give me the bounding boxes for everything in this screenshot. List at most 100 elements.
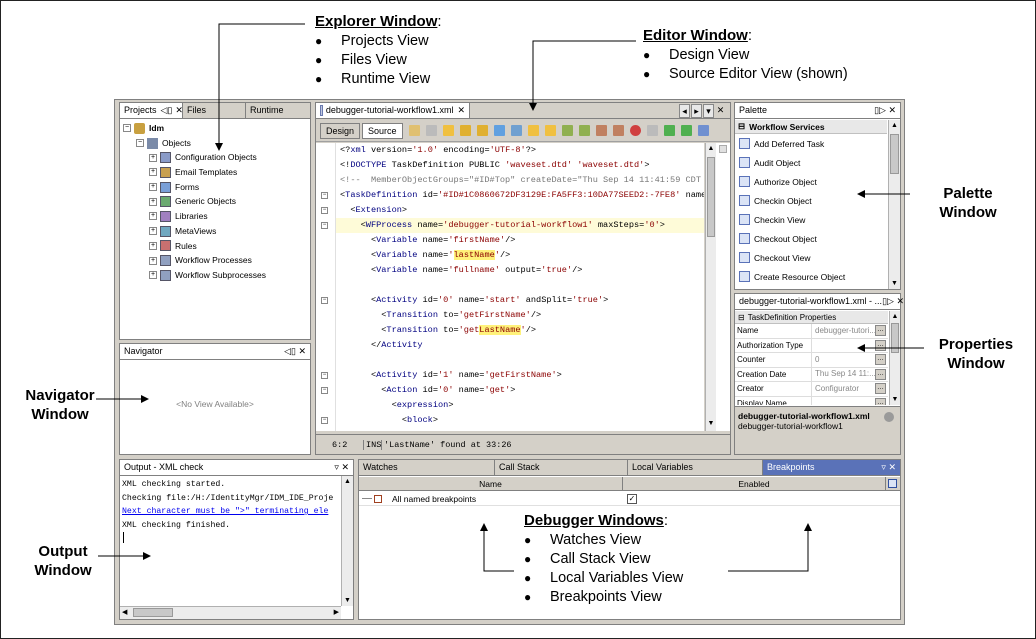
property-section[interactable]: ⊟ TaskDefinition Properties bbox=[735, 311, 888, 324]
output-hscrollbar[interactable]: ◀ ▶ bbox=[120, 606, 341, 619]
property-row[interactable]: Creator Configurator… bbox=[735, 382, 888, 397]
output-error-link[interactable]: Next character must be ">" terminating e… bbox=[122, 505, 333, 519]
scroll-left-icon[interactable]: ◂ bbox=[679, 103, 690, 118]
forward-arrow-icon[interactable] bbox=[697, 125, 709, 136]
expand-icon[interactable]: + bbox=[149, 227, 157, 236]
scroll-thumb[interactable] bbox=[707, 157, 715, 237]
breakpoint-row[interactable]: All named breakpoints ✓ bbox=[359, 492, 900, 506]
palette-scrollbar[interactable]: ▲ ▼ bbox=[888, 120, 900, 289]
dropdown-icon[interactable]: ▾ bbox=[703, 103, 714, 118]
scroll-thumb[interactable] bbox=[891, 323, 899, 353]
tree-item[interactable]: + Forms bbox=[123, 180, 309, 195]
tree-item[interactable]: + Workflow Subprocesses bbox=[123, 268, 309, 283]
tab-palette[interactable]: Palette ▯▷ ✕ bbox=[735, 103, 900, 118]
tree-item[interactable]: + MetaViews bbox=[123, 224, 309, 239]
fold-icon[interactable]: − bbox=[321, 372, 328, 379]
source-editor[interactable]: <?xml version='1.0' encoding='UTF-8'?> <!… bbox=[336, 143, 704, 431]
collapse-icon[interactable]: ⊟ bbox=[738, 121, 745, 132]
palette-item[interactable]: Checkin View bbox=[735, 210, 887, 229]
expand-icon[interactable]: + bbox=[149, 271, 157, 280]
tree-item[interactable]: + Email Templates bbox=[123, 165, 309, 180]
palette-item[interactable]: Checkin Object bbox=[735, 191, 887, 210]
tab-call-stack[interactable]: Call Stack bbox=[495, 460, 628, 475]
validate-icon[interactable] bbox=[663, 125, 675, 136]
close-icon[interactable]: ✕ bbox=[896, 296, 904, 306]
minimize-icon[interactable]: ▿ bbox=[334, 462, 339, 472]
scroll-up-icon[interactable]: ▲ bbox=[890, 122, 899, 129]
close-icon[interactable]: ✕ bbox=[715, 104, 726, 118]
tab-navigator[interactable]: Navigator ◁▯ ✕ bbox=[120, 344, 310, 359]
palette-item[interactable]: Add Deferred Task bbox=[735, 134, 887, 153]
tab-files[interactable]: Files bbox=[183, 103, 246, 118]
source-button[interactable]: Source bbox=[362, 122, 403, 139]
scroll-down-icon[interactable]: ▼ bbox=[891, 396, 899, 403]
scroll-down-icon[interactable]: ▼ bbox=[707, 420, 715, 429]
palette-item[interactable]: Create Resource Object bbox=[735, 267, 887, 286]
tab-runtime[interactable]: Runtime bbox=[246, 103, 310, 118]
close-icon[interactable]: ✕ bbox=[888, 462, 896, 472]
fold-icon[interactable]: − bbox=[321, 297, 328, 304]
palette-category[interactable]: ⊟ Workflow Services bbox=[735, 120, 887, 134]
fold-icon[interactable]: − bbox=[321, 387, 328, 394]
palette-item[interactable]: Checkout View bbox=[735, 248, 887, 267]
property-editor-button[interactable]: … bbox=[875, 339, 886, 351]
tree-item[interactable]: + Generic Objects bbox=[123, 194, 309, 209]
pin-icon[interactable]: ▯▷ bbox=[882, 296, 894, 306]
find-icon[interactable] bbox=[459, 125, 471, 136]
scroll-down-icon[interactable]: ▼ bbox=[890, 280, 899, 287]
comment-icon[interactable] bbox=[595, 125, 607, 136]
scroll-up-icon[interactable]: ▲ bbox=[343, 478, 352, 485]
tab-watches[interactable]: Watches bbox=[359, 460, 495, 475]
close-icon[interactable]: ✕ bbox=[175, 103, 183, 118]
editor-vscrollbar[interactable]: ▲ ▼ bbox=[705, 143, 716, 431]
enabled-checkbox[interactable]: ✓ bbox=[627, 493, 637, 504]
tree-item[interactable]: + Rules bbox=[123, 239, 309, 254]
help-icon[interactable] bbox=[884, 412, 894, 422]
column-header-enabled[interactable]: Enabled bbox=[623, 477, 886, 490]
shift-left-icon[interactable] bbox=[561, 125, 573, 136]
property-row[interactable]: Counter 0… bbox=[735, 353, 888, 368]
scroll-left-icon[interactable]: ◀ bbox=[122, 608, 127, 616]
find-previous-icon[interactable] bbox=[442, 125, 454, 136]
close-icon[interactable]: ✕ bbox=[341, 462, 349, 472]
scroll-up-icon[interactable]: ▲ bbox=[707, 145, 715, 154]
fold-icon[interactable]: − bbox=[321, 417, 328, 424]
expand-icon[interactable]: + bbox=[149, 153, 157, 162]
fold-icon[interactable]: − bbox=[321, 207, 328, 214]
property-editor-button[interactable]: … bbox=[875, 368, 886, 380]
pin-icon[interactable]: ◁▯ bbox=[161, 103, 173, 118]
tree-item[interactable]: + Workflow Processes bbox=[123, 253, 309, 268]
output-vscrollbar[interactable]: ▲ ▼ bbox=[341, 476, 353, 606]
pin-icon[interactable]: ◁▯ bbox=[284, 346, 296, 356]
property-editor-button[interactable]: … bbox=[875, 354, 886, 366]
property-value[interactable]: 0 bbox=[812, 353, 875, 368]
scroll-right-icon[interactable]: ▶ bbox=[334, 608, 339, 616]
scroll-right-icon[interactable]: ▸ bbox=[691, 103, 702, 118]
uncomment-icon[interactable] bbox=[612, 125, 624, 136]
palette-item[interactable]: Authorize Object bbox=[735, 172, 887, 191]
property-value[interactable]: Configurator bbox=[812, 382, 875, 397]
find-next-icon[interactable] bbox=[476, 125, 488, 136]
shift-right-icon[interactable] bbox=[578, 125, 590, 136]
back-icon[interactable] bbox=[408, 125, 420, 136]
properties-scrollbar[interactable]: ▲ ▼ bbox=[889, 311, 900, 405]
check-xml-icon[interactable] bbox=[680, 125, 692, 136]
minimize-icon[interactable]: ▿ bbox=[881, 462, 886, 472]
property-value[interactable]: debugger-tutori... bbox=[812, 324, 875, 339]
pin-icon[interactable]: ▯▷ bbox=[874, 105, 886, 115]
property-row[interactable]: Creation Date Thu Sep 14 11:...… bbox=[735, 367, 888, 382]
expand-icon[interactable]: + bbox=[149, 183, 157, 192]
scroll-thumb[interactable] bbox=[890, 134, 899, 174]
output-text-area[interactable]: XML checking started. Checking file:/H:/I… bbox=[120, 476, 341, 606]
previous-bookmark-icon[interactable] bbox=[527, 125, 539, 136]
fold-icon[interactable]: − bbox=[321, 222, 328, 229]
palette-item[interactable]: Checkout Object bbox=[735, 229, 887, 248]
palette-item[interactable]: Audit Object bbox=[735, 153, 887, 172]
property-editor-button[interactable]: … bbox=[875, 325, 886, 337]
collapse-icon[interactable]: − bbox=[136, 139, 144, 148]
tab-editor-file[interactable]: debugger-tutorial-workflow1.xml ✕ bbox=[316, 103, 470, 118]
column-chooser-icon[interactable] bbox=[886, 477, 899, 490]
toggle-bookmark-icon[interactable] bbox=[510, 125, 522, 136]
property-row[interactable]: Authorization Type… bbox=[735, 338, 888, 353]
design-button[interactable]: Design bbox=[320, 122, 361, 139]
